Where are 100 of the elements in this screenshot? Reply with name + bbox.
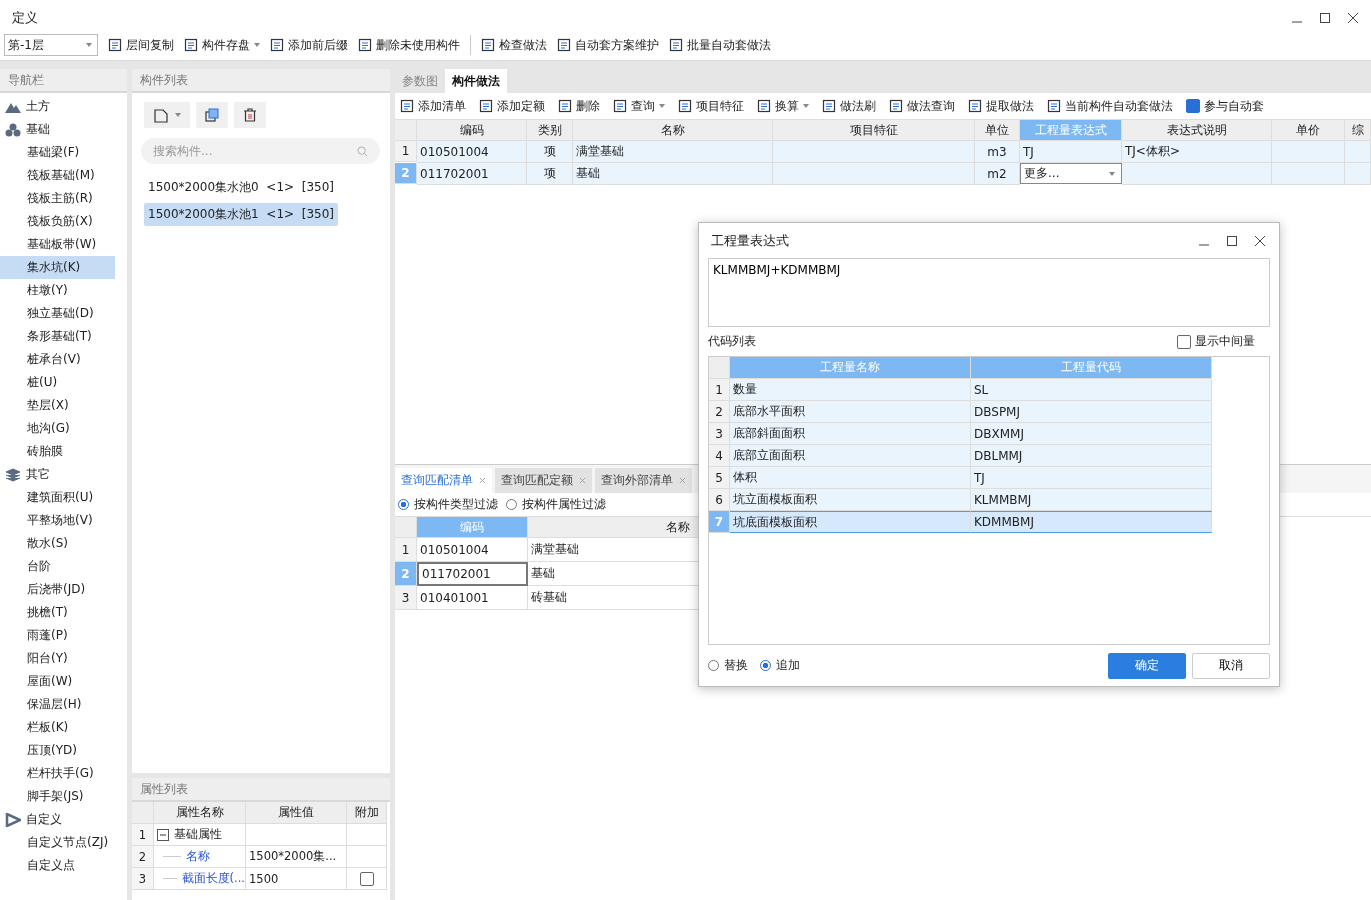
nav-item[interactable]: 雨蓬(P) bbox=[0, 624, 115, 647]
row-number: 6 bbox=[709, 489, 730, 512]
nav-item[interactable]: 栏杆扶手(G) bbox=[0, 762, 115, 785]
column-header[interactable]: 名称 bbox=[573, 120, 773, 141]
nav-item[interactable]: 挑檐(T) bbox=[0, 601, 115, 624]
cancel-button[interactable]: 取消 bbox=[1192, 652, 1270, 679]
ok-button[interactable]: 确定 bbox=[1108, 652, 1186, 679]
nav-item[interactable]: 平整场地(V) bbox=[0, 509, 115, 532]
toolbar-button[interactable]: 检查做法 bbox=[481, 36, 547, 54]
table-cell bbox=[1345, 163, 1371, 185]
table-cell: KDMMBMJ bbox=[971, 511, 1212, 534]
component-item[interactable]: 1500*2000集水池0 <1> [350] bbox=[144, 176, 338, 199]
nav-item[interactable]: 筏板基础(M) bbox=[0, 164, 115, 187]
nav-item[interactable]: 独立基础(D) bbox=[0, 302, 115, 325]
toolbar-button[interactable]: 自动套方案维护 bbox=[557, 36, 659, 54]
nav-item[interactable]: 砖胎膜 bbox=[0, 440, 115, 463]
nav-item[interactable]: 后浇带(JD) bbox=[0, 578, 115, 601]
nav-group[interactable]: 土方 bbox=[0, 95, 127, 118]
nav-item[interactable]: 基础梁(F) bbox=[0, 141, 115, 164]
collapse-icon[interactable] bbox=[157, 828, 169, 841]
close-icon[interactable] bbox=[1347, 12, 1359, 24]
corner-cell bbox=[132, 802, 154, 824]
toolbar-button[interactable]: 批量自动套做法 bbox=[669, 36, 771, 54]
nav-item[interactable]: 基础板带(W) bbox=[0, 233, 115, 256]
tab[interactable]: 查询匹配定额 bbox=[495, 468, 592, 493]
radio-button[interactable]: 按构件类型过滤 bbox=[398, 496, 498, 513]
nav-item[interactable]: 桩承台(V) bbox=[0, 348, 115, 371]
close-icon[interactable] bbox=[1254, 234, 1266, 247]
nav-item[interactable]: 柱墩(Y) bbox=[0, 279, 115, 302]
auto-match-checkbox[interactable]: 参与自动套 bbox=[1186, 97, 1264, 115]
nav-item[interactable]: 地沟(G) bbox=[0, 417, 115, 440]
toolbar-button[interactable]: 提取做法 bbox=[968, 97, 1034, 115]
nav-item[interactable]: 筏板主筋(R) bbox=[0, 187, 115, 210]
toolbar-button[interactable]: 做法刷 bbox=[822, 97, 876, 115]
show-intermediate-checkbox[interactable]: 显示中间量 bbox=[1177, 333, 1255, 351]
nav-item[interactable]: 条形基础(T) bbox=[0, 325, 115, 348]
nav-item[interactable]: 桩(U) bbox=[0, 371, 115, 394]
toolbar-button[interactable]: 做法查询 bbox=[889, 97, 955, 115]
toolbar-button[interactable]: 添加清单 bbox=[400, 97, 466, 115]
nav-item[interactable]: 筏板负筋(X) bbox=[0, 210, 115, 233]
nav-item[interactable]: 阳台(Y) bbox=[0, 647, 115, 670]
expression-dropdown[interactable]: 更多... bbox=[1020, 163, 1122, 184]
toolbar-button[interactable]: 当前构件自动套做法 bbox=[1047, 97, 1173, 115]
radio-button[interactable]: 追加 bbox=[760, 657, 800, 675]
column-header[interactable]: 表达式说明 bbox=[1122, 120, 1272, 141]
nav-item[interactable]: 保温层(H) bbox=[0, 693, 115, 716]
new-button[interactable] bbox=[144, 102, 190, 128]
nav-item[interactable]: 集水坑(K) bbox=[0, 256, 115, 279]
nav-item[interactable]: 屋面(W) bbox=[0, 670, 115, 693]
search-field[interactable]: 搜索构件... bbox=[141, 138, 380, 164]
column-header: 属性名称 bbox=[154, 802, 246, 824]
toolbar-button[interactable]: 项目特征 bbox=[678, 97, 744, 115]
column-header[interactable]: 单位 bbox=[975, 120, 1020, 141]
table-cell: 体积 bbox=[730, 467, 971, 490]
tab[interactable]: 查询匹配清单 bbox=[395, 468, 492, 493]
tab[interactable]: 查询外部清单 bbox=[595, 468, 692, 493]
list-icon bbox=[558, 99, 572, 113]
nav-group[interactable]: 其它 bbox=[0, 463, 127, 486]
tab[interactable]: 构件做法 bbox=[445, 69, 507, 93]
toolbar-button[interactable]: 换算 bbox=[757, 97, 809, 115]
expression-field[interactable]: KLMMBMJ+KDMMBMJ bbox=[708, 258, 1270, 327]
column-header[interactable]: 单价 bbox=[1272, 120, 1345, 141]
table-cell: m2 bbox=[975, 163, 1020, 185]
maximize-icon[interactable] bbox=[1226, 234, 1238, 247]
checkbox[interactable] bbox=[359, 871, 374, 886]
nav-item[interactable]: 压顶(YD) bbox=[0, 739, 115, 762]
component-item[interactable]: 1500*2000集水池1 <1> [350] bbox=[144, 203, 338, 226]
nav-item[interactable]: 台阶 bbox=[0, 555, 115, 578]
property-name: 截面长度(... bbox=[181, 871, 245, 886]
toolbar-button[interactable]: 添加定额 bbox=[479, 97, 545, 115]
maximize-icon[interactable] bbox=[1319, 12, 1331, 24]
nav-group[interactable]: 自定义 bbox=[0, 808, 127, 831]
trash-icon bbox=[242, 107, 258, 123]
nav-group[interactable]: 基础 bbox=[0, 118, 127, 141]
nav-item[interactable]: 栏板(K) bbox=[0, 716, 115, 739]
delete-button[interactable] bbox=[234, 102, 266, 128]
column-header[interactable]: 编码 bbox=[417, 120, 527, 141]
column-header[interactable]: 类别 bbox=[527, 120, 573, 141]
toolbar-button[interactable]: 层间复制 bbox=[108, 36, 174, 54]
radio-button[interactable]: 替换 bbox=[708, 657, 748, 675]
nav-item[interactable]: 自定义点 bbox=[0, 854, 115, 877]
copy-button[interactable] bbox=[196, 102, 228, 128]
column-header[interactable]: 综 bbox=[1345, 120, 1371, 141]
column-header[interactable]: 项目特征 bbox=[773, 120, 975, 141]
nav-item[interactable]: 垫层(X) bbox=[0, 394, 115, 417]
nav-item[interactable]: 脚手架(JS) bbox=[0, 785, 115, 808]
floor-dropdown[interactable]: 第-1层 bbox=[4, 34, 98, 56]
nav-item[interactable]: 散水(S) bbox=[0, 532, 115, 555]
toolbar-button[interactable]: 删除未使用构件 bbox=[358, 36, 460, 54]
radio-button[interactable]: 按构件属性过滤 bbox=[506, 496, 606, 513]
toolbar-button[interactable]: 构件存盘 bbox=[184, 36, 260, 54]
table-cell bbox=[1345, 141, 1371, 163]
toolbar-button[interactable]: 删除 bbox=[558, 97, 600, 115]
table-cell: 坑底面模板面积 bbox=[730, 511, 971, 534]
toolbar-button[interactable]: 查询 bbox=[613, 97, 665, 115]
nav-item[interactable]: 建筑面积(U) bbox=[0, 486, 115, 509]
nav-item[interactable]: 自定义节点(ZJ) bbox=[0, 831, 115, 854]
toolbar-button[interactable]: 添加前后缀 bbox=[270, 36, 348, 54]
panel-title: 属性列表 bbox=[132, 778, 390, 802]
list-icon bbox=[270, 38, 284, 52]
